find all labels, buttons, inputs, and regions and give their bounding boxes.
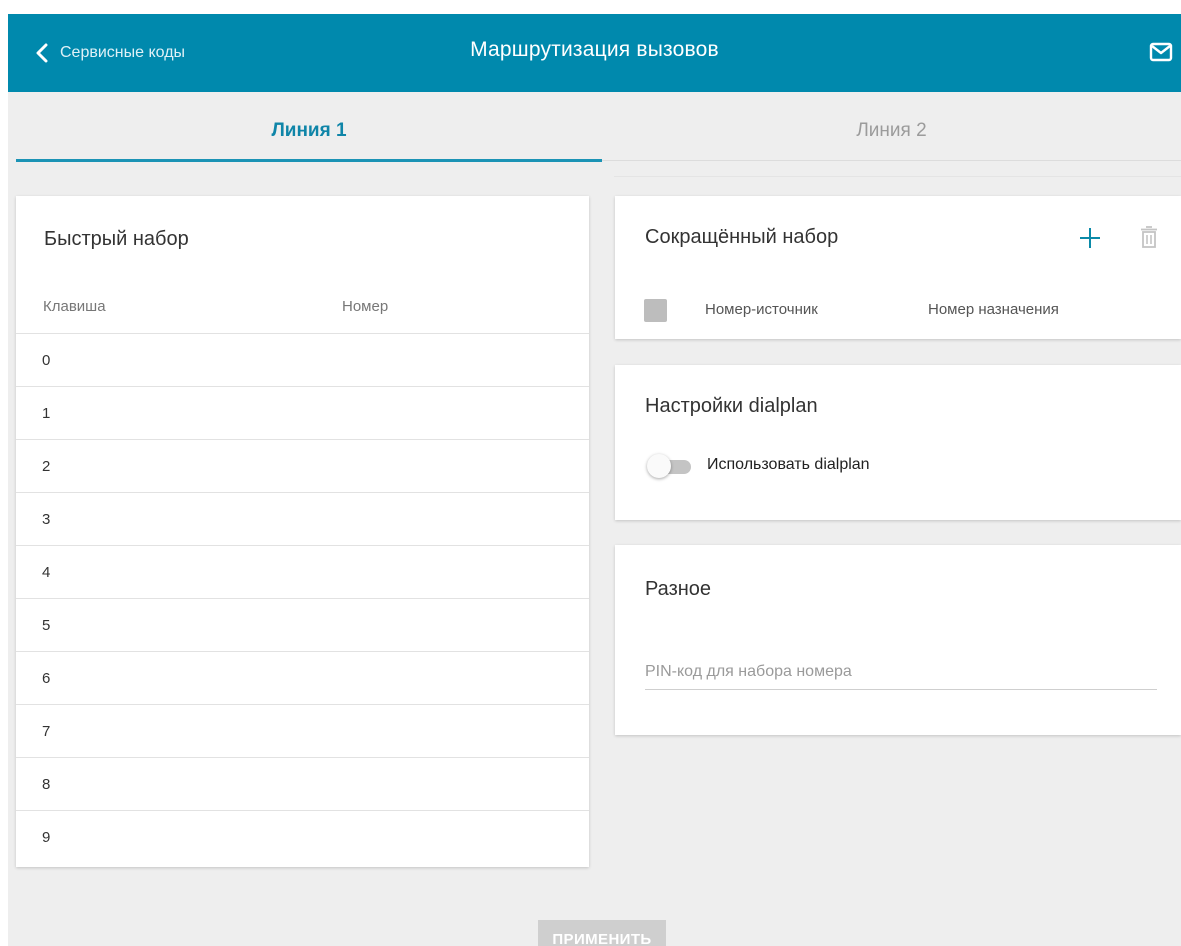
tab-line-2[interactable]: Линия 2 — [602, 92, 1181, 162]
table-row[interactable]: 8 — [16, 757, 589, 810]
trash-icon[interactable] — [1140, 225, 1158, 249]
dialplan-toggle-label: Использовать dialplan — [707, 456, 870, 473]
table-row[interactable]: 7 — [16, 704, 589, 757]
row-key: 4 — [42, 564, 51, 581]
dialplan-card: Настройки dialplan Использовать dialplan — [615, 365, 1181, 520]
table-row[interactable]: 0 — [16, 333, 589, 386]
column-header-destination: Номер назначения — [928, 301, 1059, 318]
row-key: 8 — [42, 776, 51, 793]
table-row[interactable]: 5 — [16, 598, 589, 651]
quick-dial-card: Быстрый набор Клавиша Номер 0 1 2 3 4 5 … — [16, 196, 589, 867]
table-row[interactable]: 1 — [16, 386, 589, 439]
section-divider — [614, 176, 1181, 177]
table-row[interactable]: 4 — [16, 545, 589, 598]
column-header-source: Номер-источник — [705, 301, 818, 318]
speed-dial-card: Сокращённый набор Номер-источник Номер н… — [615, 196, 1181, 339]
top-bar: Сервисные коды Маршрутизация вызовов — [8, 14, 1181, 92]
line-tabs: Линия 1 Линия 2 — [16, 92, 1181, 162]
row-key: 6 — [42, 670, 51, 687]
row-key: 3 — [42, 511, 51, 528]
table-row[interactable]: 3 — [16, 492, 589, 545]
row-key: 2 — [42, 458, 51, 475]
row-key: 5 — [42, 617, 51, 634]
column-header-key: Клавиша — [43, 298, 106, 315]
quick-dial-title: Быстрый набор — [44, 228, 189, 250]
pin-code-input[interactable] — [645, 655, 1157, 690]
column-header-number: Номер — [342, 298, 389, 315]
misc-title: Разное — [645, 578, 712, 600]
mail-icon[interactable] — [1149, 42, 1175, 64]
app-window: Сервисные коды Маршрутизация вызовов Лин… — [8, 14, 1181, 946]
speed-dial-title: Сокращённый набор — [645, 226, 839, 248]
row-key: 0 — [42, 352, 51, 369]
dialplan-toggle[interactable] — [647, 453, 693, 479]
apply-button[interactable]: ПРИМЕНИТЬ — [538, 920, 666, 946]
table-row[interactable]: 6 — [16, 651, 589, 704]
plus-icon[interactable] — [1078, 226, 1102, 250]
select-all-checkbox[interactable] — [644, 299, 667, 322]
tab-line-1[interactable]: Линия 1 — [16, 92, 602, 162]
page-title: Маршрутизация вызовов — [470, 38, 719, 61]
dialplan-title: Настройки dialplan — [645, 395, 818, 417]
row-key: 1 — [42, 405, 51, 422]
table-row[interactable]: 2 — [16, 439, 589, 492]
row-key: 7 — [42, 723, 51, 740]
table-row[interactable]: 9 — [16, 810, 589, 863]
tabs-divider — [602, 160, 1181, 161]
row-key: 9 — [42, 829, 51, 846]
toggle-knob — [647, 454, 671, 478]
misc-card: Разное — [615, 545, 1181, 735]
